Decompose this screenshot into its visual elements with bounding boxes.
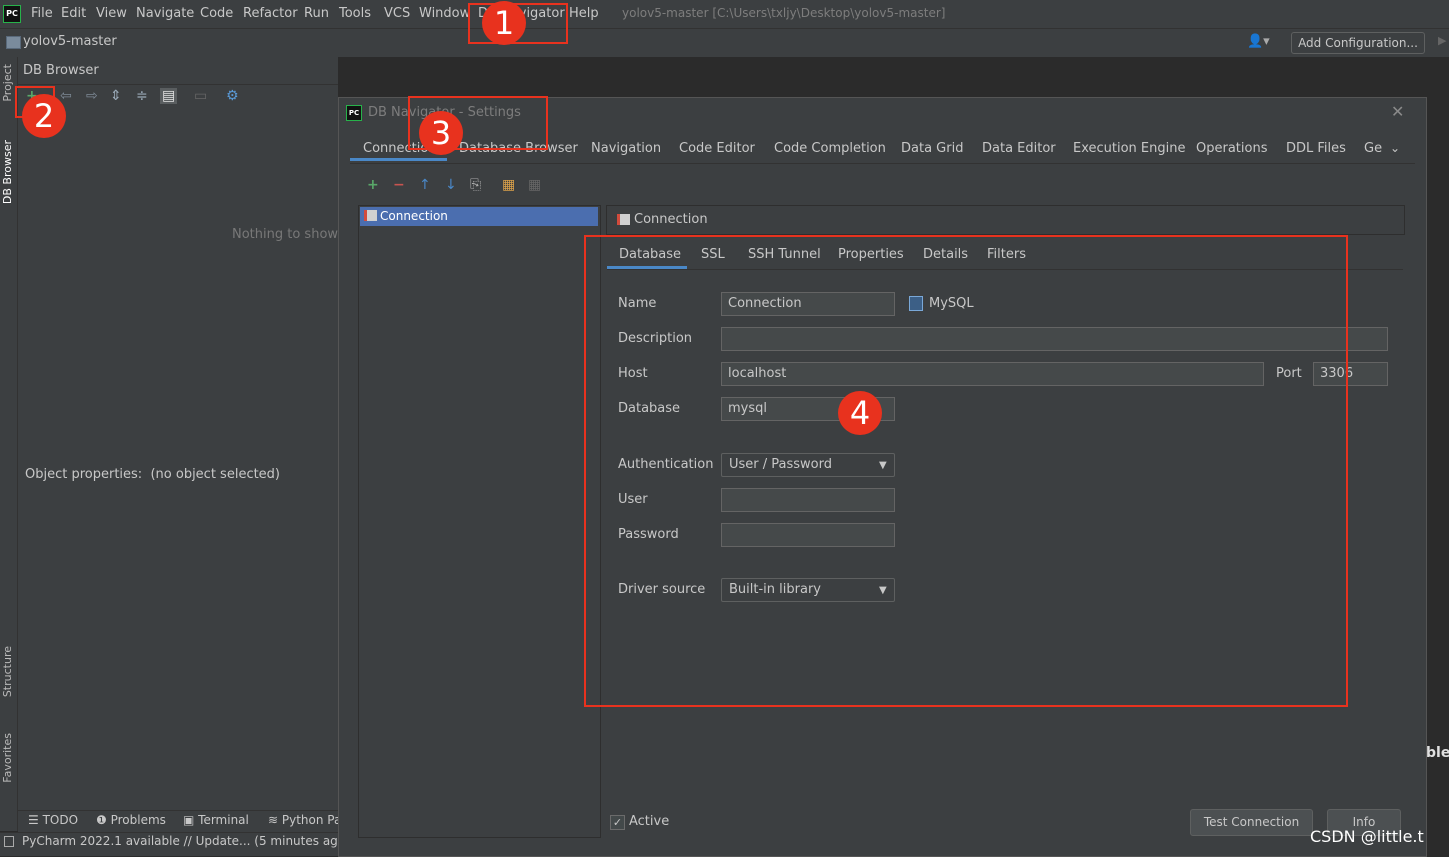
tab-general[interactable]: Ge [1364,141,1382,156]
settings-icon[interactable]: ⚙ [226,88,239,104]
remove-icon[interactable]: − [393,177,405,193]
annotation-badge-3: 3 [419,111,463,155]
move-up-icon[interactable]: ↑ [419,177,431,193]
tab-problems-label: Problems [110,813,166,827]
active-label: Active [629,814,670,829]
run-icon[interactable]: ▶ [1438,34,1446,47]
terminal-icon: ▣ [183,813,199,827]
tab-operations[interactable]: Operations [1196,141,1267,156]
problems-icon: ❶ [96,813,111,827]
pycharm-logo-icon: PC [346,105,362,121]
folder-icon [6,36,21,49]
forward-icon[interactable]: ⇨ [86,88,98,104]
menu-refactor[interactable]: Refactor [243,6,298,21]
connection-header-title: Connection [634,212,708,227]
menu-help[interactable]: Help [569,6,599,21]
annotation-badge-4: 4 [838,391,882,435]
paste-icon[interactable]: ▦ [502,177,515,193]
tab-code-completion[interactable]: Code Completion [774,141,886,156]
tab-python-label: Python Pa [281,813,342,827]
tab-favorites[interactable]: Favorites [1,733,14,783]
connection-icon [364,210,377,221]
menu-window[interactable]: Window [419,6,470,21]
menu-run[interactable]: Run [304,6,329,21]
connection-list [358,205,601,838]
user-icon[interactable]: 👤▾ [1247,34,1270,49]
object-properties: Object properties: (no object selected) [25,467,280,482]
annotation-badge-1: 1 [482,1,526,45]
annotation-badge-2: 2 [22,94,66,138]
tab-problems[interactable]: ❶ Problems [96,813,166,827]
list-icon: ☰ [28,813,43,827]
tab-db-browser[interactable]: DB Browser [1,140,14,204]
annotation-box-4 [584,235,1348,707]
add-configuration-button[interactable]: Add Configuration... [1291,32,1425,54]
menu-code[interactable]: Code [200,6,233,21]
export-icon[interactable]: ▦ [528,177,541,193]
back-icon[interactable]: ⇦ [60,88,72,104]
menu-tools[interactable]: Tools [339,6,371,21]
tab-terminal[interactable]: ▣ Terminal [183,813,249,827]
connection-icon [617,214,630,225]
object-properties-label: Object properties: [25,467,143,482]
object-properties-value: (no object selected) [150,467,281,482]
tab-terminal-label: Terminal [198,813,249,827]
tabs-divider [350,163,1415,164]
expand-all-icon[interactable]: ⇕ [110,88,122,104]
status-icon[interactable] [4,836,14,847]
tab-execution-engine[interactable]: Execution Engine [1073,141,1185,156]
tab-python-packages[interactable]: ≋ Python Pa [268,813,341,827]
menu-navigate[interactable]: Navigate [136,6,194,21]
connection-header [606,205,1405,235]
navigation-bar [0,28,1449,57]
tab-navigation[interactable]: Navigation [591,141,661,156]
project-breadcrumb[interactable]: yolov5-master [23,34,117,49]
layers-icon: ≋ [268,813,282,827]
connection-item-label: Connection [380,209,448,223]
add-icon[interactable]: + [367,177,379,193]
status-message[interactable]: PyCharm 2022.1 available // Update... (5… [22,834,350,848]
empty-state-text: Nothing to show [232,227,339,242]
watermark: CSDN @little.t [1310,827,1424,846]
close-icon[interactable]: ✕ [1391,102,1404,121]
tab-ddl-files[interactable]: DDL Files [1286,141,1346,156]
menu-edit[interactable]: Edit [61,6,86,21]
menu-view[interactable]: View [96,6,127,21]
pycharm-logo-icon: PC [3,5,21,23]
tab-code-editor[interactable]: Code Editor [679,141,755,156]
tab-todo[interactable]: ☰ TODO [28,813,78,827]
db-browser-title: DB Browser [23,63,99,78]
selected-tab-indicator [350,158,447,161]
tab-data-grid[interactable]: Data Grid [901,141,963,156]
tab-data-editor[interactable]: Data Editor [982,141,1056,156]
active-checkbox[interactable]: ✓ [610,815,625,830]
background-text-fragment: ble [1426,745,1449,761]
tab-structure[interactable]: Structure [1,646,14,697]
tab-todo-label: TODO [42,813,79,827]
chevron-down-icon[interactable]: ⌄ [1390,141,1400,155]
filter-icon[interactable]: ▤ [160,88,178,104]
copy-icon[interactable]: ⎘ [470,177,481,193]
menu-vcs[interactable]: VCS [384,6,410,21]
menu-file[interactable]: File [31,6,53,21]
sql-console-icon[interactable]: ▭ [194,88,207,104]
test-connection-button[interactable]: Test Connection [1190,809,1313,836]
window-title: yolov5-master [C:\Users\txljy\Desktop\yo… [622,6,946,20]
tab-project[interactable]: Project [1,64,14,102]
editor-background [338,57,545,97]
collapse-all-icon[interactable]: ≑ [136,88,148,104]
move-down-icon[interactable]: ↓ [445,177,457,193]
